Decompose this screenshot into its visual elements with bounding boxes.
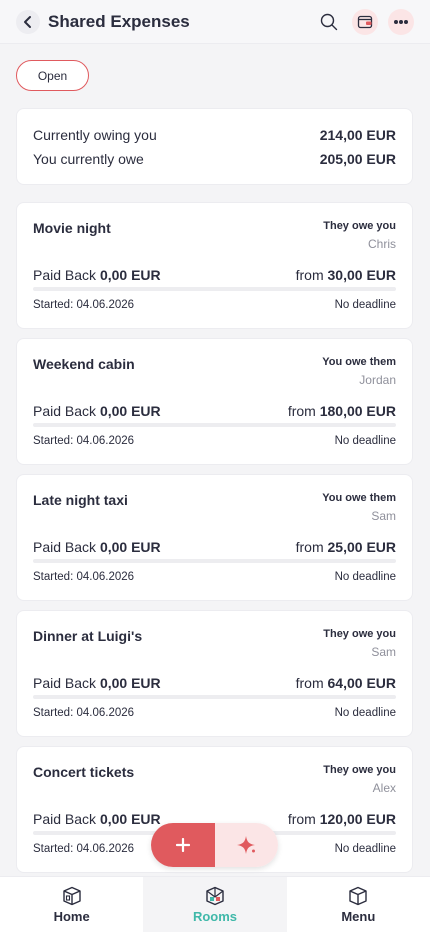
expense-name: Dinner at Luigi's [33, 628, 143, 644]
from-label: from [295, 675, 324, 691]
paid-back: Paid Back 0,00 EUR [33, 267, 161, 283]
sparkle-icon [236, 836, 255, 854]
expense-person: Sam [371, 645, 396, 659]
expenses-scroll[interactable]: Open Currently owing you 214,00 EUR You … [0, 44, 430, 876]
started-date: Started: 04.06.2026 [33, 299, 135, 311]
total-amount: from 120,00 EUR [288, 811, 396, 827]
progress-bar [33, 287, 396, 291]
paid-back: Paid Back 0,00 EUR [33, 403, 161, 419]
chevron-left-icon [24, 15, 31, 28]
more-options-button[interactable] [388, 8, 414, 35]
paid-back: Paid Back 0,00 EUR [33, 539, 161, 555]
from-value: 64,00 EUR [327, 675, 396, 691]
fab-group [151, 823, 278, 867]
expense-card[interactable]: Dinner at Luigi's They owe you Sam Paid … [16, 610, 413, 737]
balance-summary: Currently owing you 214,00 EUR You curre… [16, 108, 413, 185]
wallet-button[interactable] [352, 8, 378, 35]
you-owe-label: You currently owe [33, 151, 144, 167]
nav-home-label: Home [53, 908, 90, 924]
filter-open-chip[interactable]: Open [16, 60, 89, 91]
plus-icon [176, 838, 190, 852]
paid-back-label: Paid Back [33, 811, 97, 827]
search-icon [320, 13, 338, 30]
total-amount: from 25,00 EUR [296, 539, 396, 555]
nav-home[interactable]: Home [0, 877, 143, 932]
expense-person: Sam [371, 509, 396, 523]
paid-back-value: 0,00 EUR [99, 675, 161, 691]
rooms-icon [206, 886, 224, 905]
paid-back-label: Paid Back [33, 675, 97, 691]
paid-back-label: Paid Back [33, 267, 97, 283]
total-amount: from 30,00 EUR [296, 267, 396, 283]
owing-you-value: 214,00 EUR [319, 127, 396, 143]
progress-bar [33, 423, 396, 427]
app-header: Shared Expenses [0, 0, 430, 44]
started-date: Started: 04.06.2026 [33, 843, 135, 855]
progress-bar [33, 559, 396, 563]
paid-back: Paid Back 0,00 EUR [33, 675, 161, 691]
back-button[interactable] [16, 9, 40, 34]
expense-card[interactable]: Weekend cabin You owe them Jordan Paid B… [16, 338, 413, 465]
paid-back: Paid Back 0,00 EUR [33, 811, 161, 827]
more-dots-icon [394, 19, 408, 24]
progress-bar [33, 695, 396, 699]
you-owe-value: 205,00 EUR [319, 151, 396, 167]
menu-cube-icon [349, 886, 368, 905]
wallet-icon [357, 15, 373, 28]
from-value: 30,00 EUR [327, 267, 396, 283]
nav-rooms[interactable]: Rooms [143, 877, 287, 932]
expense-name: Weekend cabin [33, 356, 135, 372]
deadline: No deadline [334, 435, 396, 447]
page-title: Shared Expenses [48, 11, 190, 31]
search-button[interactable] [316, 9, 342, 35]
expense-direction: They owe you [323, 764, 396, 776]
from-label: from [287, 811, 316, 827]
bottom-nav: Home Rooms Menu [0, 876, 430, 932]
expense-person: Chris [367, 237, 396, 251]
expense-direction: You owe them [322, 492, 396, 504]
paid-back-label: Paid Back [33, 539, 97, 555]
home-box-icon [62, 886, 81, 905]
from-label: from [287, 403, 316, 419]
deadline: No deadline [334, 843, 396, 855]
owing-you-label: Currently owing you [33, 127, 157, 143]
add-expense-button[interactable] [151, 823, 215, 867]
expense-card[interactable]: Movie night They owe you Chris Paid Back… [16, 202, 413, 329]
paid-back-value: 0,00 EUR [99, 539, 161, 555]
paid-back-value: 0,00 EUR [99, 811, 161, 827]
deadline: No deadline [334, 707, 396, 719]
ai-assist-button[interactable] [215, 823, 278, 867]
total-amount: from 180,00 EUR [288, 403, 396, 419]
expense-direction: You owe them [322, 356, 396, 368]
nav-menu-label: Menu [341, 908, 376, 924]
from-value: 120,00 EUR [319, 811, 396, 827]
you-owe-row: You currently owe 205,00 EUR [33, 147, 396, 171]
from-value: 180,00 EUR [319, 403, 396, 419]
expense-name: Movie night [33, 220, 111, 236]
started-date: Started: 04.06.2026 [33, 571, 135, 583]
expense-name: Concert tickets [33, 764, 135, 780]
paid-back-value: 0,00 EUR [99, 403, 161, 419]
expense-direction: They owe you [323, 628, 396, 640]
deadline: No deadline [334, 299, 396, 311]
expense-person: Alex [372, 781, 396, 795]
paid-back-label: Paid Back [33, 403, 97, 419]
owing-you-row: Currently owing you 214,00 EUR [33, 123, 396, 147]
expense-card[interactable]: Late night taxi You owe them Sam Paid Ba… [16, 474, 413, 601]
expense-direction: They owe you [323, 220, 396, 232]
started-date: Started: 04.06.2026 [33, 435, 135, 447]
nav-rooms-label: Rooms [192, 908, 238, 924]
from-value: 25,00 EUR [327, 539, 396, 555]
paid-back-value: 0,00 EUR [99, 267, 161, 283]
deadline: No deadline [334, 571, 396, 583]
started-date: Started: 04.06.2026 [33, 707, 135, 719]
expense-name: Late night taxi [33, 492, 128, 508]
nav-menu[interactable]: Menu [287, 877, 430, 932]
expense-person: Jordan [359, 373, 396, 387]
from-label: from [295, 267, 324, 283]
total-amount: from 64,00 EUR [296, 675, 396, 691]
from-label: from [295, 539, 324, 555]
